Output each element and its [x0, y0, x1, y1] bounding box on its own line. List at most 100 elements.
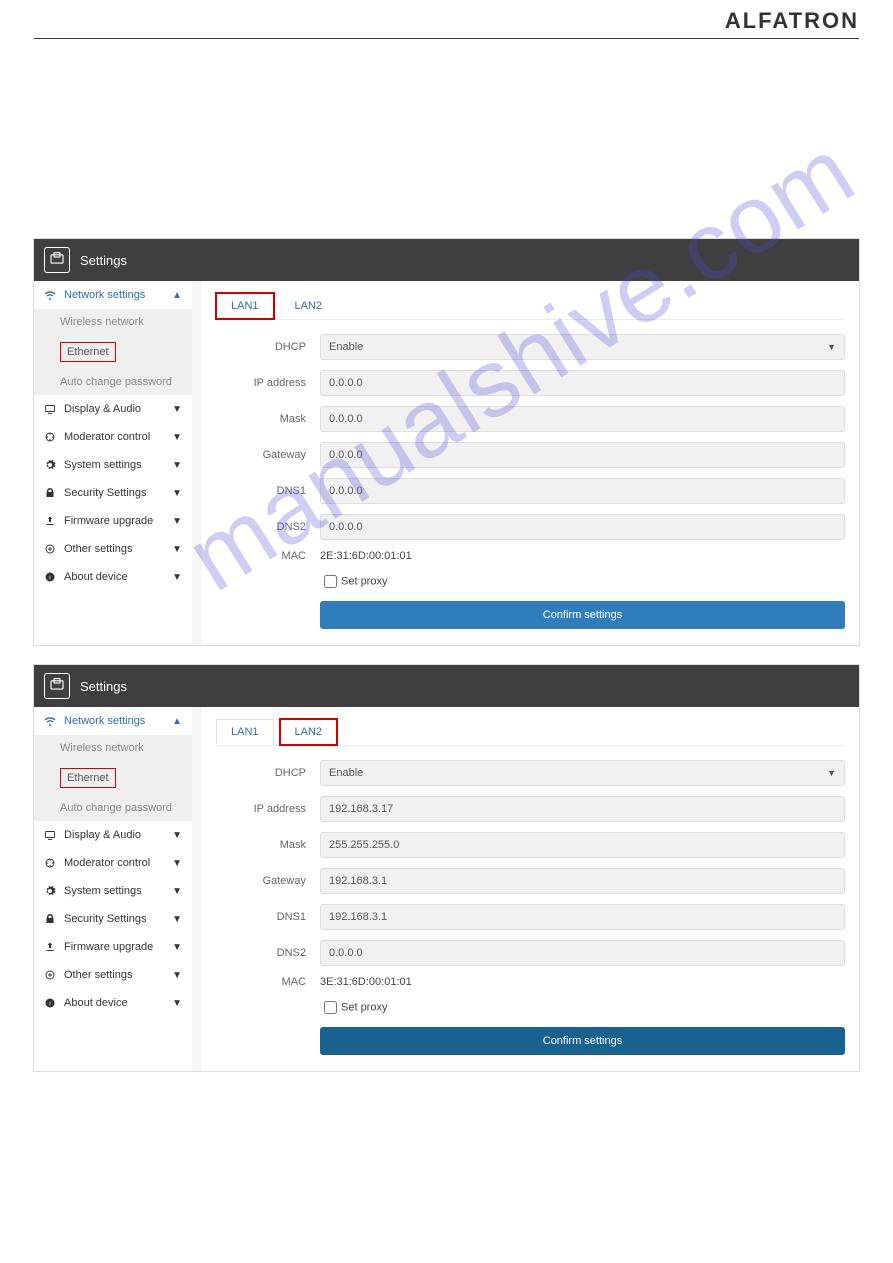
sidebar-submenu-network: Wireless network Ethernet Auto change pa…: [34, 309, 192, 395]
settings-panel-2: Settings Network settings ▲ Wireless net…: [34, 665, 859, 1071]
wifi-icon: [44, 289, 56, 301]
sidebar-item-other-settings[interactable]: Other settings ▼: [34, 961, 192, 989]
sidebar-item-about-device[interactable]: i About device ▼: [34, 563, 192, 591]
tab-bar: LAN1 LAN2: [216, 293, 845, 320]
sidebar-subitem-auto-change-password[interactable]: Auto change password: [34, 795, 192, 821]
sidebar-label: System settings: [64, 459, 172, 471]
caret-down-icon: ▼: [827, 342, 836, 352]
sidebar-label: About device: [64, 571, 172, 583]
mask-input[interactable]: 0.0.0.0: [320, 406, 845, 432]
chevron-up-icon: ▲: [172, 290, 182, 301]
label-dhcp: DHCP: [216, 767, 320, 779]
dns2-input[interactable]: 0.0.0.0: [320, 514, 845, 540]
chevron-down-icon: ▼: [172, 942, 182, 953]
ip-address-input[interactable]: 192.168.3.17: [320, 796, 845, 822]
sidebar: Network settings ▲ Wireless network Ethe…: [34, 707, 192, 1071]
sidebar-subitem-ethernet[interactable]: Ethernet: [34, 761, 192, 795]
sidebar-subitem-wireless-network[interactable]: Wireless network: [34, 309, 192, 335]
settings-panel-1: Settings Network settings ▲ Wireless net…: [34, 239, 859, 645]
chevron-down-icon: ▼: [172, 544, 182, 555]
set-proxy-checkbox[interactable]: [324, 1001, 337, 1014]
sidebar: Network settings ▲ Wireless network Ethe…: [34, 281, 192, 645]
brand-logo: ALFATRON: [0, 0, 893, 38]
sidebar-label: Other settings: [64, 543, 172, 555]
chevron-down-icon: ▼: [172, 572, 182, 583]
settings-header-icon: [44, 673, 70, 699]
dhcp-select[interactable]: Enable ▼: [320, 760, 845, 786]
caret-down-icon: ▼: [827, 768, 836, 778]
moderator-icon: [44, 431, 56, 443]
sidebar-item-firmware-upgrade[interactable]: Firmware upgrade ▼: [34, 933, 192, 961]
sidebar-item-system-settings[interactable]: System settings ▼: [34, 451, 192, 479]
tab-lan2[interactable]: LAN2: [280, 293, 338, 319]
moderator-icon: [44, 857, 56, 869]
sidebar-submenu-network: Wireless network Ethernet Auto change pa…: [34, 735, 192, 821]
chevron-down-icon: ▼: [172, 516, 182, 527]
sidebar-item-moderator-control[interactable]: Moderator control ▼: [34, 423, 192, 451]
gateway-input[interactable]: 192.168.3.1: [320, 868, 845, 894]
sidebar-label: Network settings: [64, 289, 172, 301]
label-ip-address: IP address: [216, 377, 320, 389]
dns1-input[interactable]: 0.0.0.0: [320, 478, 845, 504]
sidebar-label: Moderator control: [64, 857, 172, 869]
sidebar-item-moderator-control[interactable]: Moderator control ▼: [34, 849, 192, 877]
dns1-input[interactable]: 192.168.3.1: [320, 904, 845, 930]
set-proxy-label: Set proxy: [341, 575, 387, 587]
upload-icon: [44, 515, 56, 527]
lock-icon: [44, 913, 56, 925]
content-area: LAN1 LAN2 DHCPEnable▼ IP address192.168.…: [202, 707, 859, 1071]
chevron-down-icon: ▼: [172, 914, 182, 925]
chevron-up-icon: ▲: [172, 716, 182, 727]
sidebar-subitem-auto-change-password[interactable]: Auto change password: [34, 369, 192, 395]
label-dns1: DNS1: [216, 911, 320, 923]
tab-lan1[interactable]: LAN1: [216, 719, 274, 745]
chevron-down-icon: ▼: [172, 858, 182, 869]
confirm-settings-button[interactable]: Confirm settings: [320, 601, 845, 629]
sidebar-item-other-settings[interactable]: Other settings ▼: [34, 535, 192, 563]
label-gateway: Gateway: [216, 449, 320, 461]
sidebar-item-network-settings[interactable]: Network settings ▲: [34, 707, 192, 735]
set-proxy-checkbox[interactable]: [324, 575, 337, 588]
chevron-down-icon: ▼: [172, 488, 182, 499]
label-mac: MAC: [216, 976, 320, 988]
chevron-down-icon: ▼: [172, 970, 182, 981]
dhcp-select[interactable]: Enable▼: [320, 334, 845, 360]
mask-input[interactable]: 255.255.255.0: [320, 832, 845, 858]
sidebar-subitem-wireless-network[interactable]: Wireless network: [34, 735, 192, 761]
ip-address-input[interactable]: 0.0.0.0: [320, 370, 845, 396]
chevron-down-icon: ▼: [172, 998, 182, 1009]
header-divider: [34, 38, 859, 39]
gateway-input[interactable]: 0.0.0.0: [320, 442, 845, 468]
sidebar-item-about-device[interactable]: i About device ▼: [34, 989, 192, 1017]
sidebar-label: Firmware upgrade: [64, 515, 172, 527]
sidebar-item-security-settings[interactable]: Security Settings ▼: [34, 905, 192, 933]
sidebar-label: System settings: [64, 885, 172, 897]
tab-bar: LAN1 LAN2: [216, 719, 845, 746]
tab-lan2[interactable]: LAN2: [280, 719, 338, 745]
chevron-down-icon: ▼: [172, 830, 182, 841]
mac-value: 3E:31:6D:00:01:01: [320, 976, 845, 988]
dhcp-value: Enable: [329, 767, 363, 779]
label-dns2: DNS2: [216, 947, 320, 959]
label-dns1: DNS1: [216, 485, 320, 497]
confirm-settings-button[interactable]: Confirm settings: [320, 1027, 845, 1055]
settings-header-icon: [44, 247, 70, 273]
sidebar-item-display-audio[interactable]: Display & Audio ▼: [34, 821, 192, 849]
highlight-box: Ethernet: [60, 768, 116, 788]
sidebar-label: Display & Audio: [64, 403, 172, 415]
sidebar-subitem-ethernet[interactable]: Ethernet: [34, 335, 192, 369]
display-icon: [44, 403, 56, 415]
sidebar-item-security-settings[interactable]: Security Settings ▼: [34, 479, 192, 507]
sidebar-item-network-settings[interactable]: Network settings ▲: [34, 281, 192, 309]
svg-text:i: i: [49, 575, 50, 582]
info-icon: i: [44, 997, 56, 1009]
sidebar-item-display-audio[interactable]: Display & Audio ▼: [34, 395, 192, 423]
sidebar-label: Security Settings: [64, 913, 172, 925]
label-mask: Mask: [216, 839, 320, 851]
sidebar-item-firmware-upgrade[interactable]: Firmware upgrade ▼: [34, 507, 192, 535]
dns2-input[interactable]: 0.0.0.0: [320, 940, 845, 966]
wifi-icon: [44, 715, 56, 727]
sidebar-item-system-settings[interactable]: System settings ▼: [34, 877, 192, 905]
tab-lan1[interactable]: LAN1: [216, 293, 274, 319]
label-mask: Mask: [216, 413, 320, 425]
